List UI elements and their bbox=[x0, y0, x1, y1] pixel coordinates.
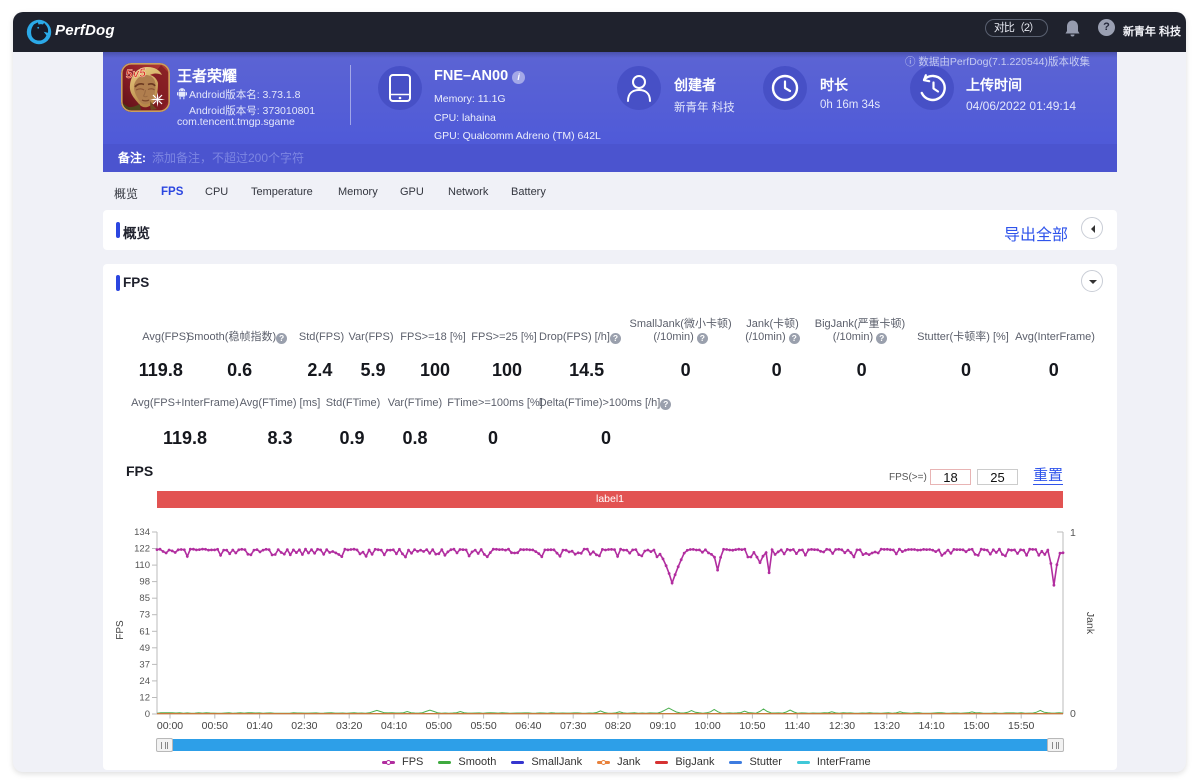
svg-text:12:30: 12:30 bbox=[829, 720, 855, 732]
svg-text:15:00: 15:00 bbox=[963, 720, 989, 732]
svg-text:49: 49 bbox=[139, 643, 150, 654]
svg-text:11:40: 11:40 bbox=[784, 720, 810, 732]
svg-text:07:30: 07:30 bbox=[560, 720, 586, 732]
svg-text:0: 0 bbox=[145, 709, 150, 720]
svg-text:09:10: 09:10 bbox=[650, 720, 676, 732]
svg-text:04:10: 04:10 bbox=[381, 720, 407, 732]
svg-text:02:30: 02:30 bbox=[291, 720, 317, 732]
svg-text:08:20: 08:20 bbox=[605, 720, 631, 732]
svg-text:10:50: 10:50 bbox=[739, 720, 765, 732]
svg-text:5v5: 5v5 bbox=[125, 65, 146, 81]
svg-text:10:00: 10:00 bbox=[694, 720, 720, 732]
svg-text:15:50: 15:50 bbox=[1008, 720, 1034, 732]
svg-text:14:10: 14:10 bbox=[918, 720, 944, 732]
svg-text:134: 134 bbox=[134, 527, 150, 538]
svg-text:FPS: FPS bbox=[115, 620, 126, 640]
svg-text:05:50: 05:50 bbox=[470, 720, 496, 732]
svg-text:61: 61 bbox=[139, 626, 150, 637]
svg-text:24: 24 bbox=[139, 676, 150, 687]
svg-text:110: 110 bbox=[135, 560, 150, 571]
svg-text:05:00: 05:00 bbox=[426, 720, 452, 732]
svg-text:13:20: 13:20 bbox=[874, 720, 900, 732]
svg-text:01:40: 01:40 bbox=[246, 720, 272, 732]
svg-text:73: 73 bbox=[139, 610, 150, 621]
svg-text:1: 1 bbox=[1070, 527, 1076, 539]
svg-text:12: 12 bbox=[139, 693, 150, 704]
svg-text:06:40: 06:40 bbox=[515, 720, 541, 732]
svg-text:03:20: 03:20 bbox=[336, 720, 362, 732]
svg-text:122: 122 bbox=[134, 544, 150, 555]
svg-text:00:50: 00:50 bbox=[202, 720, 228, 732]
svg-text:37: 37 bbox=[139, 659, 150, 670]
svg-text:Jank: Jank bbox=[1084, 612, 1096, 635]
svg-text:85: 85 bbox=[139, 593, 150, 604]
svg-text:0: 0 bbox=[1070, 708, 1076, 720]
svg-text:00:00: 00:00 bbox=[157, 720, 183, 732]
svg-text:98: 98 bbox=[139, 577, 150, 588]
